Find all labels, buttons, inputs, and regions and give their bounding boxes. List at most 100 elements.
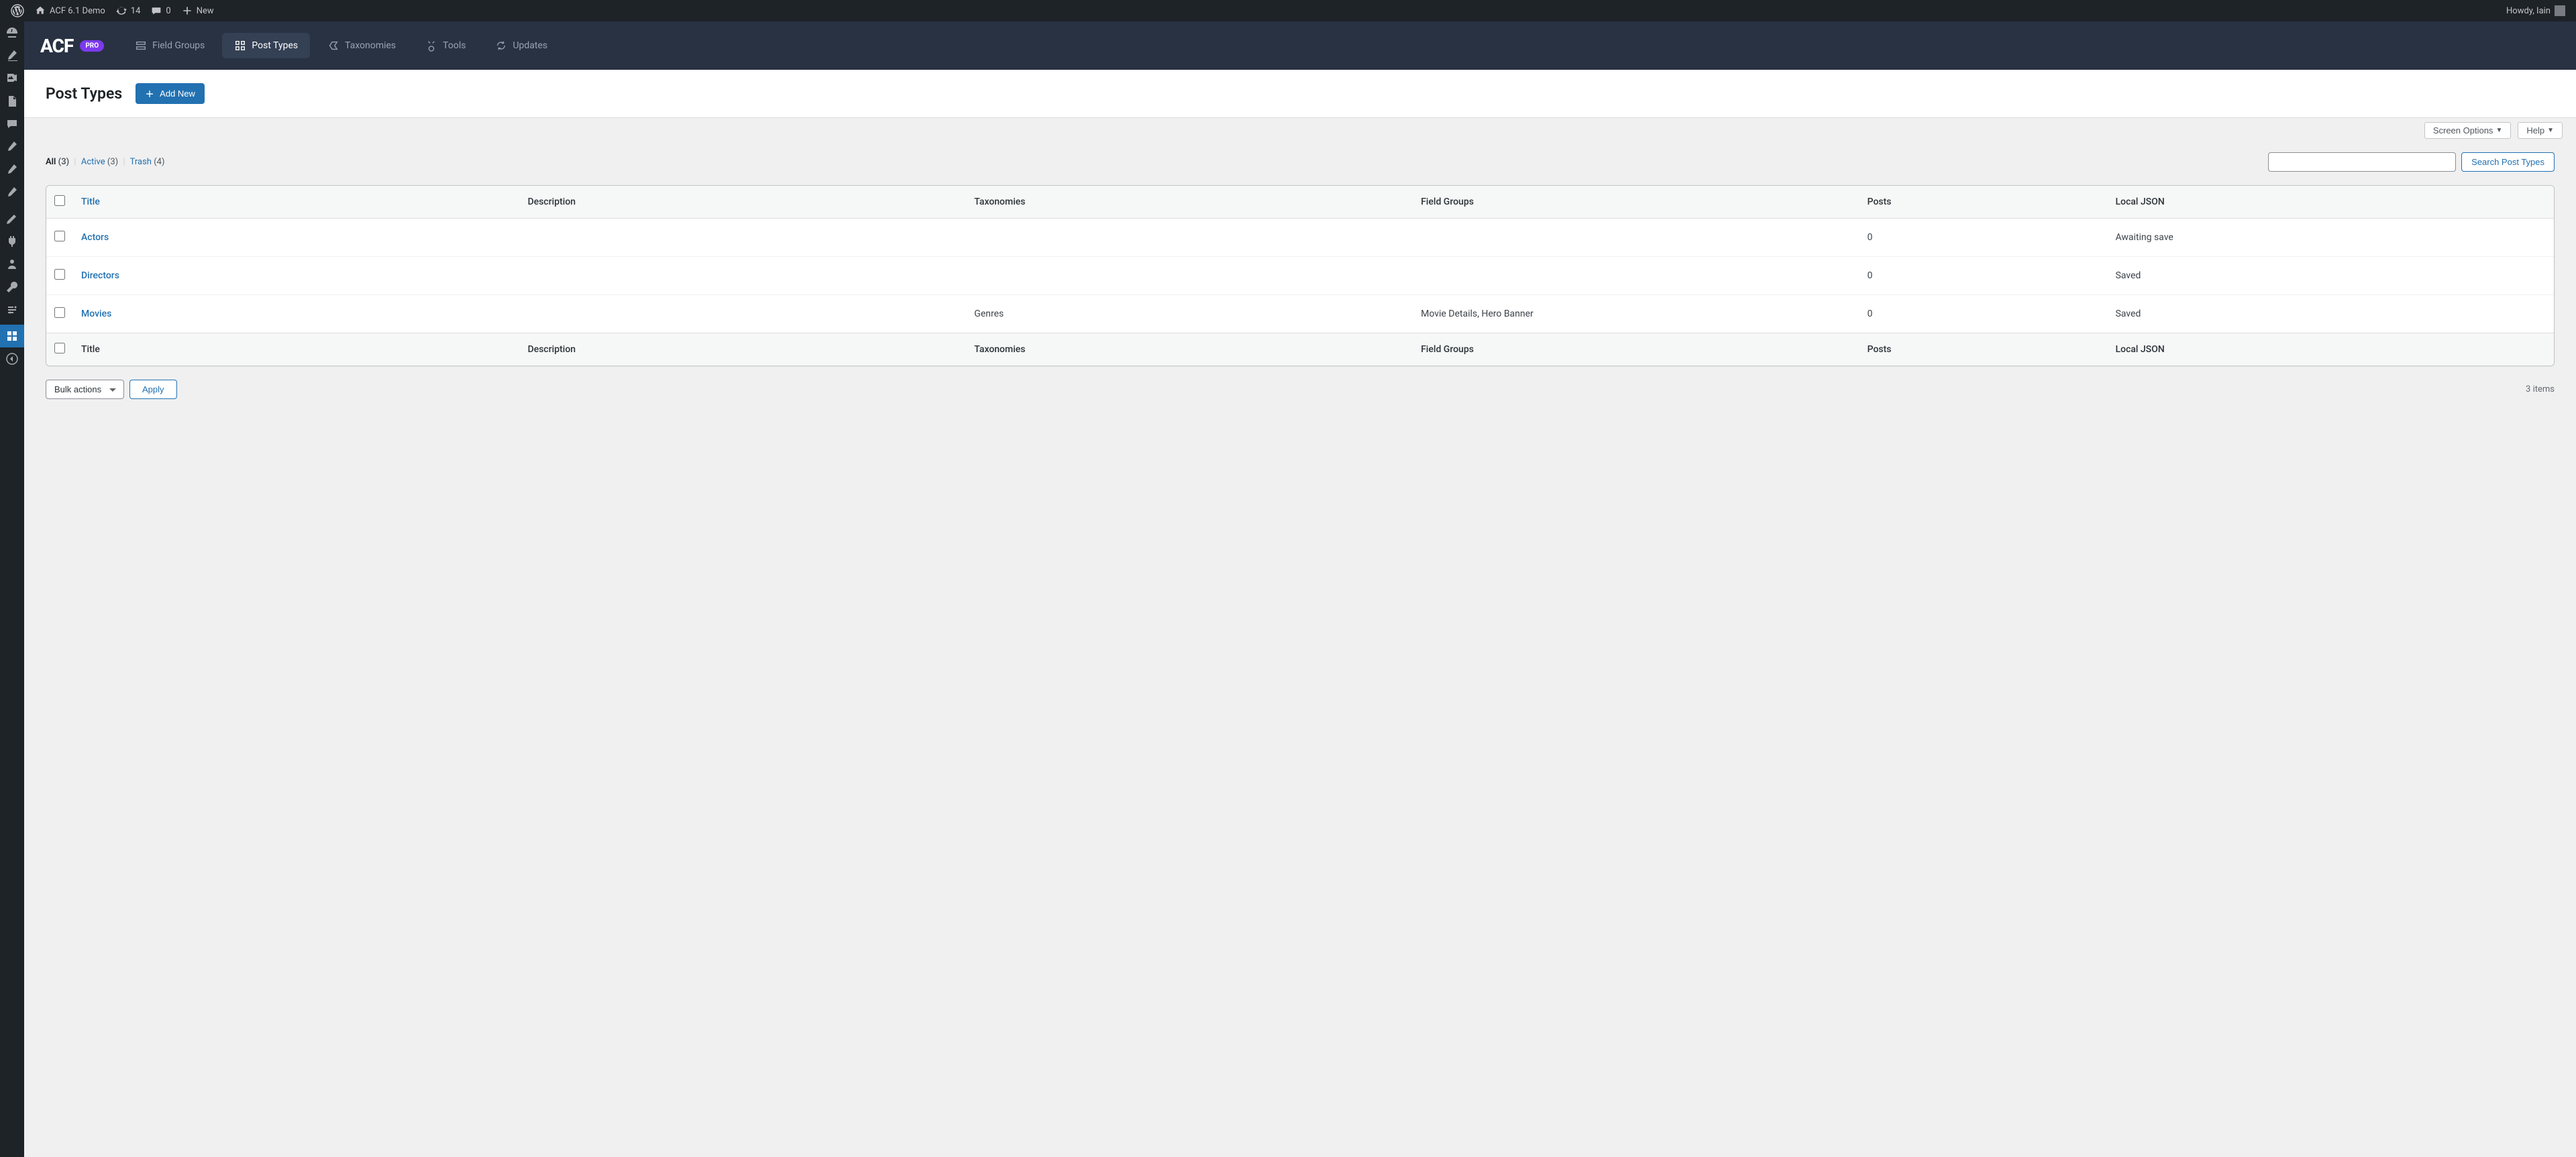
acf-header: ACF PRO Field Groups Post Types Taxonomi… (24, 21, 2576, 70)
row-posts-cell: 0 (1860, 295, 2108, 333)
row-posts-cell: 0 (1860, 257, 2108, 295)
site-name: ACF 6.1 Demo (50, 6, 105, 16)
sidebar-item-users[interactable] (0, 253, 24, 276)
avatar-icon (2555, 5, 2565, 16)
column-header-posts[interactable]: Posts (1860, 186, 2108, 219)
wordpress-logo-icon (11, 4, 24, 17)
column-header-description[interactable]: Description (520, 186, 967, 219)
column-footer-posts[interactable]: Posts (1860, 333, 2108, 366)
select-all-checkbox-footer[interactable] (54, 343, 65, 353)
row-title-cell: Movies (73, 295, 520, 333)
comments-count: 0 (166, 6, 170, 16)
wp-admin-bar: ACF 6.1 Demo 14 0 New Howdy, Iain (0, 0, 2576, 21)
select-all-header (46, 186, 73, 219)
home-icon (35, 5, 46, 16)
greeting-text: Howdy, Iain (2506, 6, 2551, 16)
select-all-checkbox[interactable] (54, 195, 65, 206)
tab-post-types[interactable]: Post Types (222, 33, 310, 58)
sidebar-item-settings[interactable] (0, 298, 24, 321)
updates-count: 14 (131, 6, 141, 16)
updates-menu[interactable]: 14 (111, 0, 146, 21)
column-footer-field-groups[interactable]: Field Groups (1413, 333, 1859, 366)
tab-field-groups[interactable]: Field Groups (123, 33, 217, 58)
comments-menu[interactable]: 0 (146, 0, 176, 21)
content-area: ACF PRO Field Groups Post Types Taxonomi… (24, 21, 2576, 419)
row-title-link[interactable]: Actors (81, 232, 109, 243)
tab-label: Tools (443, 40, 466, 51)
row-title-link[interactable]: Movies (81, 309, 111, 319)
new-label: New (197, 6, 214, 16)
my-account-menu[interactable]: Howdy, Iain (2501, 0, 2571, 21)
sidebar-item-plugins[interactable] (0, 230, 24, 253)
sidebar-item-collapse[interactable] (0, 347, 24, 370)
sidebar-item-acf[interactable] (0, 325, 24, 347)
row-taxonomies-cell (966, 257, 1413, 295)
updates-tab-icon (495, 40, 507, 52)
sidebar-item-posts[interactable] (0, 44, 24, 67)
tablenav-bottom: Bulk actions Apply 3 items (24, 373, 2576, 419)
filter-all[interactable]: All (3) (46, 157, 69, 167)
row-local-json-cell: Saved (2107, 295, 2554, 333)
sidebar-item-cpt-1[interactable] (0, 135, 24, 158)
bulk-actions-select[interactable]: Bulk actions (46, 380, 124, 399)
sidebar-item-pages[interactable] (0, 90, 24, 113)
sidebar-item-comments[interactable] (0, 113, 24, 135)
add-new-button[interactable]: Add New (136, 83, 205, 104)
row-title-link[interactable]: Directors (81, 270, 119, 281)
sidebar-item-appearance[interactable] (0, 207, 24, 230)
row-title-cell: Actors (73, 219, 520, 257)
caret-down-icon: ▼ (2496, 127, 2502, 134)
bulk-apply-button[interactable]: Apply (129, 380, 177, 399)
tab-updates[interactable]: Updates (483, 33, 559, 58)
row-checkbox[interactable] (54, 269, 65, 280)
column-header-local-json[interactable]: Local JSON (2107, 186, 2554, 219)
sidebar-item-cpt-3[interactable] (0, 181, 24, 204)
column-header-taxonomies[interactable]: Taxonomies (966, 186, 1413, 219)
select-all-footer (46, 333, 73, 366)
site-name-menu[interactable]: ACF 6.1 Demo (30, 0, 111, 21)
new-content-menu[interactable]: New (176, 0, 219, 21)
add-new-label: Add New (160, 89, 195, 99)
row-field-groups-cell: Movie Details, Hero Banner (1413, 295, 1859, 333)
column-footer-title[interactable]: Title (73, 333, 520, 366)
column-footer-local-json[interactable]: Local JSON (2107, 333, 2554, 366)
sidebar-item-media[interactable] (0, 67, 24, 90)
tab-taxonomies[interactable]: Taxonomies (315, 33, 408, 58)
row-field-groups-cell (1413, 257, 1859, 295)
row-checkbox[interactable] (54, 231, 65, 241)
sidebar-item-dashboard[interactable] (0, 21, 24, 44)
admin-bar-right: Howdy, Iain (2501, 0, 2571, 21)
wp-logo-menu[interactable] (5, 0, 30, 21)
search-input[interactable] (2268, 152, 2456, 172)
column-footer-description[interactable]: Description (520, 333, 967, 366)
tab-label: Updates (513, 40, 547, 51)
filter-trash[interactable]: Trash (4) (130, 157, 165, 167)
tab-tools[interactable]: Tools (413, 33, 478, 58)
tab-label: Post Types (252, 40, 298, 51)
row-posts-cell: 0 (1860, 219, 2108, 257)
row-check-cell (46, 257, 73, 295)
column-header-field-groups[interactable]: Field Groups (1413, 186, 1859, 219)
column-footer-taxonomies[interactable]: Taxonomies (966, 333, 1413, 366)
screen-options-button[interactable]: Screen Options ▼ (2424, 122, 2512, 139)
filter-active[interactable]: Active (3) (81, 157, 118, 167)
admin-bar-left: ACF 6.1 Demo 14 0 New (5, 0, 219, 21)
acf-pro-badge: PRO (80, 40, 104, 52)
row-taxonomies-cell (966, 219, 1413, 257)
taxonomies-icon (327, 40, 339, 52)
acf-logo[interactable]: ACF PRO (40, 35, 104, 57)
help-label: Help (2526, 125, 2544, 135)
help-button[interactable]: Help ▼ (2518, 122, 2563, 139)
table-head: Title Description Taxonomies Field Group… (46, 186, 2554, 219)
row-checkbox[interactable] (54, 307, 65, 318)
plus-icon (145, 89, 154, 99)
field-groups-icon (135, 40, 147, 52)
sidebar-item-tools[interactable] (0, 276, 24, 298)
row-check-cell (46, 219, 73, 257)
table-row: Directors0Saved (46, 257, 2554, 295)
column-header-title[interactable]: Title (73, 186, 520, 219)
row-field-groups-cell (1413, 219, 1859, 257)
post-types-table: Title Description Taxonomies Field Group… (46, 185, 2555, 366)
sidebar-item-cpt-2[interactable] (0, 158, 24, 181)
search-button[interactable]: Search Post Types (2461, 152, 2555, 172)
